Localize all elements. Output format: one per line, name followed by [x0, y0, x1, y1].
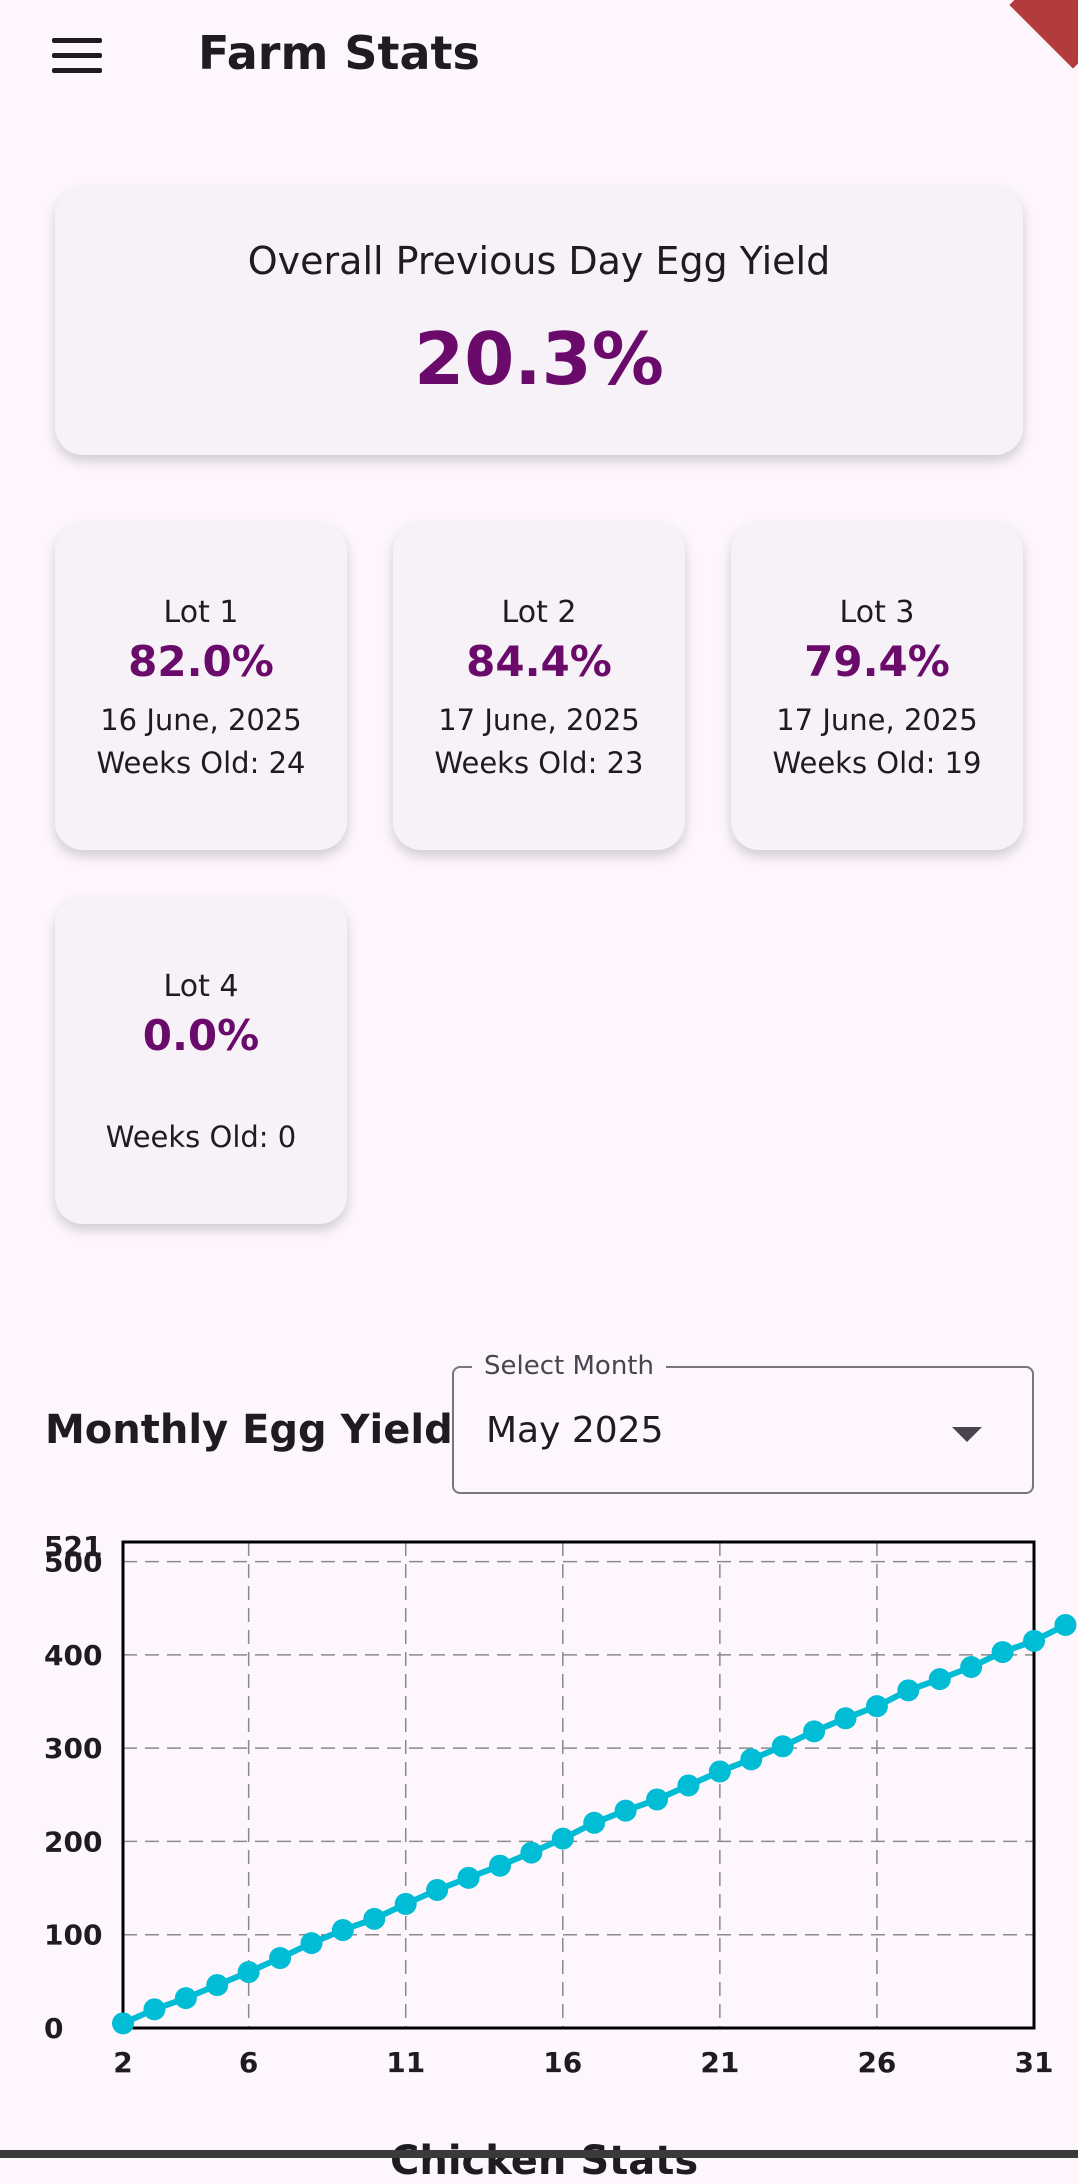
y-tick-label: 400 [44, 1639, 102, 1672]
dropdown-arrow-icon [952, 1427, 982, 1442]
data-point [897, 1679, 920, 1702]
hamburger-menu-icon[interactable] [44, 32, 108, 80]
y-max-label: 521 [44, 1530, 102, 1563]
data-point [300, 1932, 323, 1955]
month-dropdown-label: Select Month [472, 1351, 666, 1381]
data-point [834, 1707, 857, 1730]
lot-weeks-old: Weeks Old: 24 [96, 746, 306, 780]
data-point [457, 1866, 480, 1889]
lot-title: Lot 4 [163, 969, 239, 1004]
data-point [426, 1878, 449, 1901]
lot-title: Lot 2 [501, 595, 577, 630]
lot-yield-value: 82.0% [128, 637, 274, 686]
data-point [331, 1919, 354, 1942]
x-tick-label: 2 [113, 2046, 132, 2079]
data-point [677, 1774, 700, 1797]
data-point [206, 1974, 229, 1997]
data-point [269, 1947, 292, 1970]
data-point [112, 2012, 134, 2035]
data-point [143, 1998, 166, 2021]
lot-date: 17 June, 2025 [776, 703, 978, 737]
y-tick-label: 100 [44, 1919, 102, 1952]
overall-yield-title: Overall Previous Day Egg Yield [247, 239, 831, 283]
data-point [646, 1788, 669, 1811]
data-point [614, 1799, 637, 1822]
x-tick-label: 31 [1015, 2046, 1054, 2079]
lot-card-2[interactable]: Lot 2 84.4% 17 June, 2025 Weeks Old: 23 [393, 523, 685, 850]
lot-date: 17 June, 2025 [438, 703, 640, 737]
lot-card-4[interactable]: Lot 4 0.0% Weeks Old: 0 [55, 897, 347, 1224]
data-point [708, 1760, 731, 1783]
lot-date: 16 June, 2025 [100, 703, 302, 737]
data-point [520, 1841, 543, 1864]
lot-yield-value: 0.0% [142, 1011, 260, 1060]
data-point [237, 1961, 260, 1984]
data-point [740, 1748, 763, 1771]
x-tick-label: 26 [857, 2046, 896, 2079]
data-point [394, 1892, 417, 1915]
app-bar: Farm Stats [0, 0, 1078, 112]
plot-frame [121, 1540, 1036, 2030]
data-point [771, 1735, 794, 1758]
data-point [960, 1655, 983, 1678]
monthly-egg-yield-chart: 0100200300400500521 2 6 11 16 21 26 31 [44, 1530, 1077, 2079]
data-point [928, 1668, 951, 1691]
monthly-egg-yield-title: Monthly Egg Yield [45, 1407, 453, 1453]
lot-yield-value: 84.4% [466, 637, 612, 686]
data-point [488, 1854, 511, 1877]
lot-weeks-old: Weeks Old: 0 [105, 1120, 297, 1154]
data-point [1023, 1629, 1045, 1652]
lot-weeks-old: Weeks Old: 19 [772, 746, 982, 780]
data-point [803, 1720, 826, 1743]
lot-card-3[interactable]: Lot 3 79.4% 17 June, 2025 Weeks Old: 19 [731, 523, 1023, 850]
chicken-stats-title: Chicken Stats [390, 2138, 699, 2184]
y-tick-label: 300 [44, 1732, 102, 1765]
x-tick-label: 6 [239, 2046, 258, 2079]
overall-yield-card: Overall Previous Day Egg Yield 20.3% [55, 187, 1023, 455]
data-point [991, 1641, 1014, 1664]
x-tick-label: 21 [700, 2046, 739, 2079]
y-tick-label: 200 [44, 1825, 102, 1858]
month-dropdown[interactable]: May 2025 [452, 1366, 1034, 1494]
data-point [865, 1695, 888, 1718]
data-point [551, 1827, 574, 1850]
y-tick-label: 0 [44, 2012, 63, 2045]
lot-title: Lot 3 [839, 595, 915, 630]
x-tick-label: 16 [543, 2046, 582, 2079]
x-tick-label: 11 [386, 2046, 425, 2079]
bottom-system-bar [0, 2150, 1078, 2158]
overall-yield-value: 20.3% [414, 317, 664, 401]
data-point [1054, 1614, 1077, 1637]
selected-month: May 2025 [486, 1410, 664, 1451]
data-point [363, 1907, 386, 1930]
lot-title: Lot 1 [163, 595, 239, 630]
lot-weeks-old: Weeks Old: 23 [434, 746, 644, 780]
page-title: Farm Stats [198, 26, 480, 80]
debug-banner [1009, 0, 1078, 69]
data-point [583, 1811, 606, 1834]
data-point [174, 1987, 197, 2010]
lot-card-1[interactable]: Lot 1 82.0% 16 June, 2025 Weeks Old: 24 [55, 523, 347, 850]
lot-yield-value: 79.4% [804, 637, 950, 686]
